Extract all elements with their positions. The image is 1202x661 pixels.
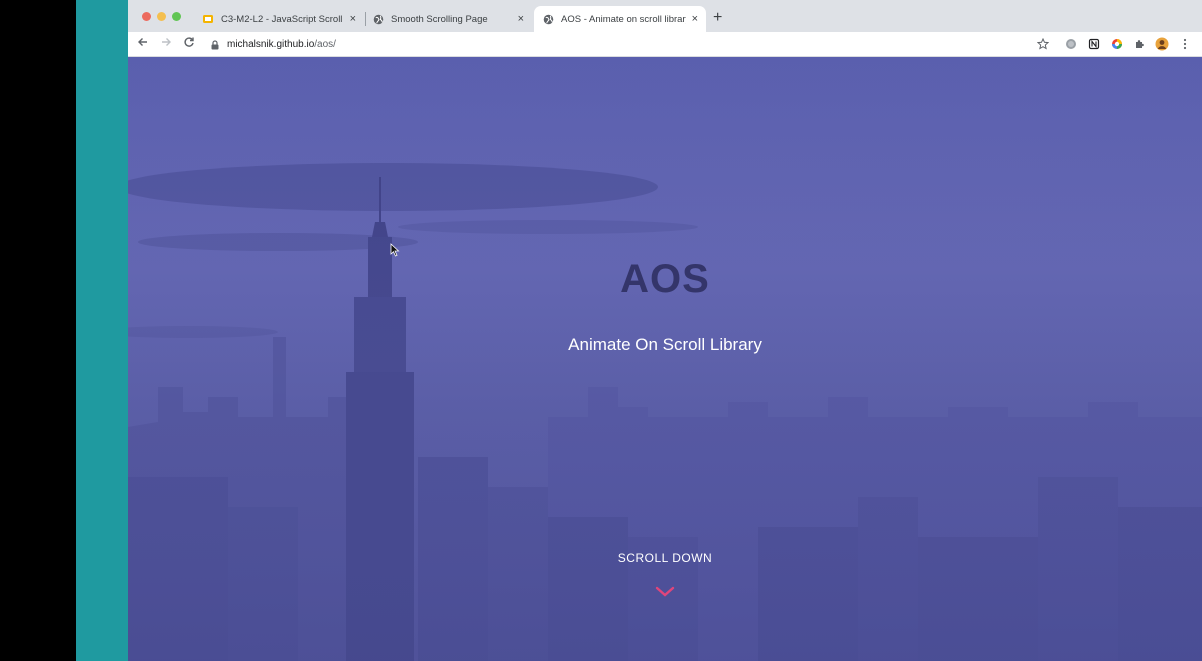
forward-arrow-icon [162,38,171,46]
tab-smooth-scrolling[interactable]: Smooth Scrolling Page × [364,6,532,32]
extensions-puzzle-icon[interactable] [1133,37,1147,51]
hero-title: AOS [620,257,710,301]
bookmark-star-icon[interactable] [1036,37,1050,51]
url-host: michalsnik.github.io [227,39,315,50]
back-arrow-icon [138,38,147,46]
browser-toolbar: michalsnik.github.io/aos/ [128,32,1202,57]
browser-menu-icon[interactable] [1178,37,1192,51]
lock-icon [211,39,219,49]
extension-grey-icon[interactable] [1064,37,1078,51]
page-hero: AOS Animate On Scroll Library SCROLL DOW… [128,57,1202,661]
globe-icon [542,13,554,25]
desktop-background [76,0,128,661]
tab-javascript-scroll[interactable]: C3-M2-L2 - JavaScript Scroll I × [194,6,364,32]
profile-avatar[interactable] [1155,37,1169,51]
browser-window: C3-M2-L2 - JavaScript Scroll I × Smooth … [128,0,1202,661]
notion-icon[interactable] [1087,37,1101,51]
url-path: /aos/ [314,39,336,50]
tab-strip: C3-M2-L2 - JavaScript Scroll I × Smooth … [128,0,1202,33]
tab-aos[interactable]: AOS - Animate on scroll library × [534,6,706,32]
city-skyline-image [128,57,1202,661]
globe-icon [372,13,384,25]
chevron-down-icon[interactable] [654,585,676,599]
forward-button[interactable] [160,36,172,52]
close-tab-icon[interactable]: × [350,13,356,25]
tab-title: Smooth Scrolling Page [391,13,488,25]
reload-icon [184,37,194,47]
mouse-cursor-icon [390,243,400,257]
address-bar[interactable]: michalsnik.github.io/aos/ [210,36,336,53]
tab-title: AOS - Animate on scroll library [561,13,686,25]
tab-title: C3-M2-L2 - JavaScript Scroll I [221,13,344,25]
minimize-window-button[interactable] [157,12,166,21]
slides-icon [202,13,214,25]
color-picker-icon[interactable] [1110,37,1124,51]
hero-subtitle: Animate On Scroll Library [568,335,762,354]
scroll-down-label[interactable]: SCROLL DOWN [128,551,1202,565]
close-tab-icon[interactable]: × [518,13,524,25]
maximize-window-button[interactable] [172,12,181,21]
new-tab-button[interactable]: + [713,9,722,27]
close-window-button[interactable] [142,12,151,21]
reload-button[interactable] [183,36,195,52]
back-button[interactable] [137,36,149,52]
close-tab-icon[interactable]: × [692,13,698,25]
